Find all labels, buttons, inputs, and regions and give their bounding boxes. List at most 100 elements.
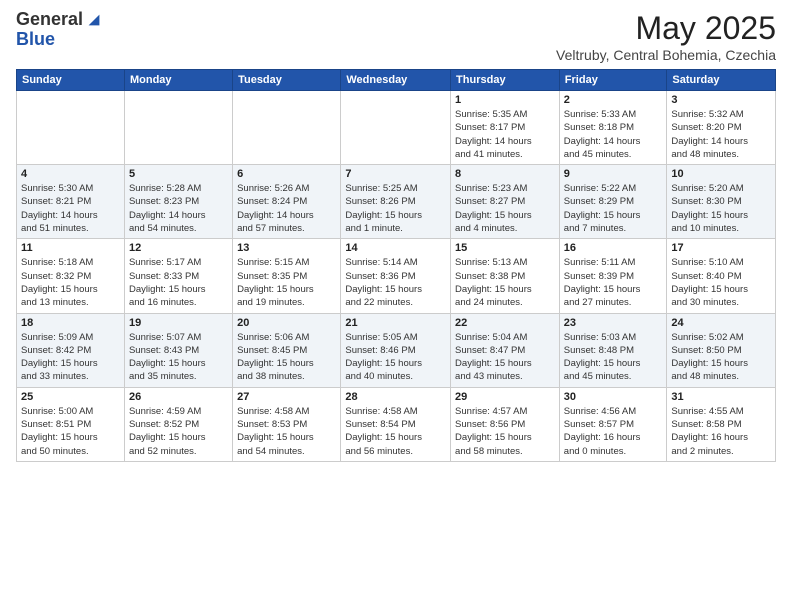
col-header-tuesday: Tuesday — [233, 70, 341, 91]
day-info: Sunrise: 5:13 AM Sunset: 8:38 PM Dayligh… — [455, 256, 555, 309]
day-cell: 22 Sunrise: 5:04 AM Sunset: 8:47 PM Dayli… — [451, 313, 560, 387]
day-info: Sunrise: 4:55 AM Sunset: 8:58 PM Dayligh… — [671, 405, 771, 458]
day-info: Sunrise: 4:57 AM Sunset: 8:56 PM Dayligh… — [455, 405, 555, 458]
col-header-saturday: Saturday — [667, 70, 776, 91]
day-number: 29 — [455, 391, 555, 403]
day-number: 10 — [671, 168, 771, 180]
day-number: 22 — [455, 317, 555, 329]
logo-blue-text: Blue — [16, 30, 103, 50]
day-number: 26 — [129, 391, 228, 403]
day-cell: 6Sunrise: 5:26 AM Sunset: 8:24 PM Daylig… — [233, 165, 341, 239]
day-info: Sunrise: 5:26 AM Sunset: 8:24 PM Dayligh… — [237, 182, 336, 235]
day-cell — [17, 91, 125, 165]
day-cell: 25Sunrise: 5:00 AM Sunset: 8:51 PM Dayli… — [17, 387, 125, 461]
logo-icon — [85, 11, 103, 29]
day-cell: 14 Sunrise: 5:14 AM Sunset: 8:36 PM Dayli… — [341, 239, 451, 313]
day-cell: 30Sunrise: 4:56 AM Sunset: 8:57 PM Dayli… — [559, 387, 667, 461]
day-cell: 3 Sunrise: 5:32 AM Sunset: 8:20 PM Daylig… — [667, 91, 776, 165]
day-cell: 19 Sunrise: 5:07 AM Sunset: 8:43 PM Dayli… — [124, 313, 232, 387]
day-cell: 24 Sunrise: 5:02 AM Sunset: 8:50 PM Dayli… — [667, 313, 776, 387]
day-number: 17 — [671, 242, 771, 254]
day-cell — [233, 91, 341, 165]
week-row-2: 4 Sunrise: 5:30 AM Sunset: 8:21 PM Daylig… — [17, 165, 776, 239]
day-number: 24 — [671, 317, 771, 329]
day-info: Sunrise: 4:58 AM Sunset: 8:54 PM Dayligh… — [345, 405, 446, 458]
col-header-wednesday: Wednesday — [341, 70, 451, 91]
day-number: 5 — [129, 168, 228, 180]
week-row-4: 18 Sunrise: 5:09 AM Sunset: 8:42 PM Dayli… — [17, 313, 776, 387]
day-number: 19 — [129, 317, 228, 329]
month-title: May 2025 — [556, 10, 776, 47]
week-row-3: 11 Sunrise: 5:18 AM Sunset: 8:32 PM Dayli… — [17, 239, 776, 313]
day-cell: 17 Sunrise: 5:10 AM Sunset: 8:40 PM Dayli… — [667, 239, 776, 313]
day-info: Sunrise: 5:18 AM Sunset: 8:32 PM Dayligh… — [21, 256, 120, 309]
day-number: 28 — [345, 391, 446, 403]
day-info: Sunrise: 5:07 AM Sunset: 8:43 PM Dayligh… — [129, 331, 228, 384]
week-row-1: 1Sunrise: 5:35 AM Sunset: 8:17 PM Daylig… — [17, 91, 776, 165]
calendar-table: SundayMondayTuesdayWednesdayThursdayFrid… — [16, 69, 776, 462]
day-cell: 9 Sunrise: 5:22 AM Sunset: 8:29 PM Daylig… — [559, 165, 667, 239]
day-cell: 23Sunrise: 5:03 AM Sunset: 8:48 PM Dayli… — [559, 313, 667, 387]
day-number: 14 — [345, 242, 446, 254]
logo: General Blue — [16, 10, 103, 50]
day-info: Sunrise: 5:15 AM Sunset: 8:35 PM Dayligh… — [237, 256, 336, 309]
day-cell: 10 Sunrise: 5:20 AM Sunset: 8:30 PM Dayli… — [667, 165, 776, 239]
day-cell: 12Sunrise: 5:17 AM Sunset: 8:33 PM Dayli… — [124, 239, 232, 313]
calendar-header-row: SundayMondayTuesdayWednesdayThursdayFrid… — [17, 70, 776, 91]
day-cell: 26Sunrise: 4:59 AM Sunset: 8:52 PM Dayli… — [124, 387, 232, 461]
day-cell: 13 Sunrise: 5:15 AM Sunset: 8:35 PM Dayli… — [233, 239, 341, 313]
day-number: 2 — [564, 94, 663, 106]
day-info: Sunrise: 5:11 AM Sunset: 8:39 PM Dayligh… — [564, 256, 663, 309]
day-number: 3 — [671, 94, 771, 106]
day-info: Sunrise: 5:25 AM Sunset: 8:26 PM Dayligh… — [345, 182, 446, 235]
day-number: 15 — [455, 242, 555, 254]
day-cell: 21 Sunrise: 5:05 AM Sunset: 8:46 PM Dayli… — [341, 313, 451, 387]
col-header-thursday: Thursday — [451, 70, 560, 91]
day-cell: 29 Sunrise: 4:57 AM Sunset: 8:56 PM Dayli… — [451, 387, 560, 461]
day-info: Sunrise: 5:20 AM Sunset: 8:30 PM Dayligh… — [671, 182, 771, 235]
day-info: Sunrise: 5:04 AM Sunset: 8:47 PM Dayligh… — [455, 331, 555, 384]
day-cell — [124, 91, 232, 165]
day-info: Sunrise: 5:30 AM Sunset: 8:21 PM Dayligh… — [21, 182, 120, 235]
day-number: 23 — [564, 317, 663, 329]
day-info: Sunrise: 5:35 AM Sunset: 8:17 PM Dayligh… — [455, 108, 555, 161]
day-number: 18 — [21, 317, 120, 329]
day-info: Sunrise: 5:22 AM Sunset: 8:29 PM Dayligh… — [564, 182, 663, 235]
col-header-friday: Friday — [559, 70, 667, 91]
day-number: 20 — [237, 317, 336, 329]
day-info: Sunrise: 5:23 AM Sunset: 8:27 PM Dayligh… — [455, 182, 555, 235]
day-number: 11 — [21, 242, 120, 254]
day-cell: 18 Sunrise: 5:09 AM Sunset: 8:42 PM Dayli… — [17, 313, 125, 387]
col-header-sunday: Sunday — [17, 70, 125, 91]
header: General Blue May 2025 Veltruby, Central … — [16, 10, 776, 63]
day-info: Sunrise: 5:32 AM Sunset: 8:20 PM Dayligh… — [671, 108, 771, 161]
day-number: 4 — [21, 168, 120, 180]
day-number: 9 — [564, 168, 663, 180]
day-info: Sunrise: 5:05 AM Sunset: 8:46 PM Dayligh… — [345, 331, 446, 384]
day-number: 7 — [345, 168, 446, 180]
day-info: Sunrise: 5:10 AM Sunset: 8:40 PM Dayligh… — [671, 256, 771, 309]
day-cell: 27Sunrise: 4:58 AM Sunset: 8:53 PM Dayli… — [233, 387, 341, 461]
title-block: May 2025 Veltruby, Central Bohemia, Czec… — [556, 10, 776, 63]
day-info: Sunrise: 5:33 AM Sunset: 8:18 PM Dayligh… — [564, 108, 663, 161]
day-cell: 16Sunrise: 5:11 AM Sunset: 8:39 PM Dayli… — [559, 239, 667, 313]
day-cell: 15 Sunrise: 5:13 AM Sunset: 8:38 PM Dayli… — [451, 239, 560, 313]
day-info: Sunrise: 5:09 AM Sunset: 8:42 PM Dayligh… — [21, 331, 120, 384]
day-info: Sunrise: 5:28 AM Sunset: 8:23 PM Dayligh… — [129, 182, 228, 235]
day-cell: 5 Sunrise: 5:28 AM Sunset: 8:23 PM Daylig… — [124, 165, 232, 239]
col-header-monday: Monday — [124, 70, 232, 91]
day-number: 21 — [345, 317, 446, 329]
day-number: 25 — [21, 391, 120, 403]
page: General Blue May 2025 Veltruby, Central … — [0, 0, 792, 472]
day-number: 8 — [455, 168, 555, 180]
day-number: 12 — [129, 242, 228, 254]
day-cell: 20Sunrise: 5:06 AM Sunset: 8:45 PM Dayli… — [233, 313, 341, 387]
day-cell: 2 Sunrise: 5:33 AM Sunset: 8:18 PM Daylig… — [559, 91, 667, 165]
day-info: Sunrise: 5:14 AM Sunset: 8:36 PM Dayligh… — [345, 256, 446, 309]
day-number: 31 — [671, 391, 771, 403]
week-row-5: 25Sunrise: 5:00 AM Sunset: 8:51 PM Dayli… — [17, 387, 776, 461]
day-info: Sunrise: 5:02 AM Sunset: 8:50 PM Dayligh… — [671, 331, 771, 384]
day-cell: 4 Sunrise: 5:30 AM Sunset: 8:21 PM Daylig… — [17, 165, 125, 239]
day-number: 30 — [564, 391, 663, 403]
day-number: 13 — [237, 242, 336, 254]
